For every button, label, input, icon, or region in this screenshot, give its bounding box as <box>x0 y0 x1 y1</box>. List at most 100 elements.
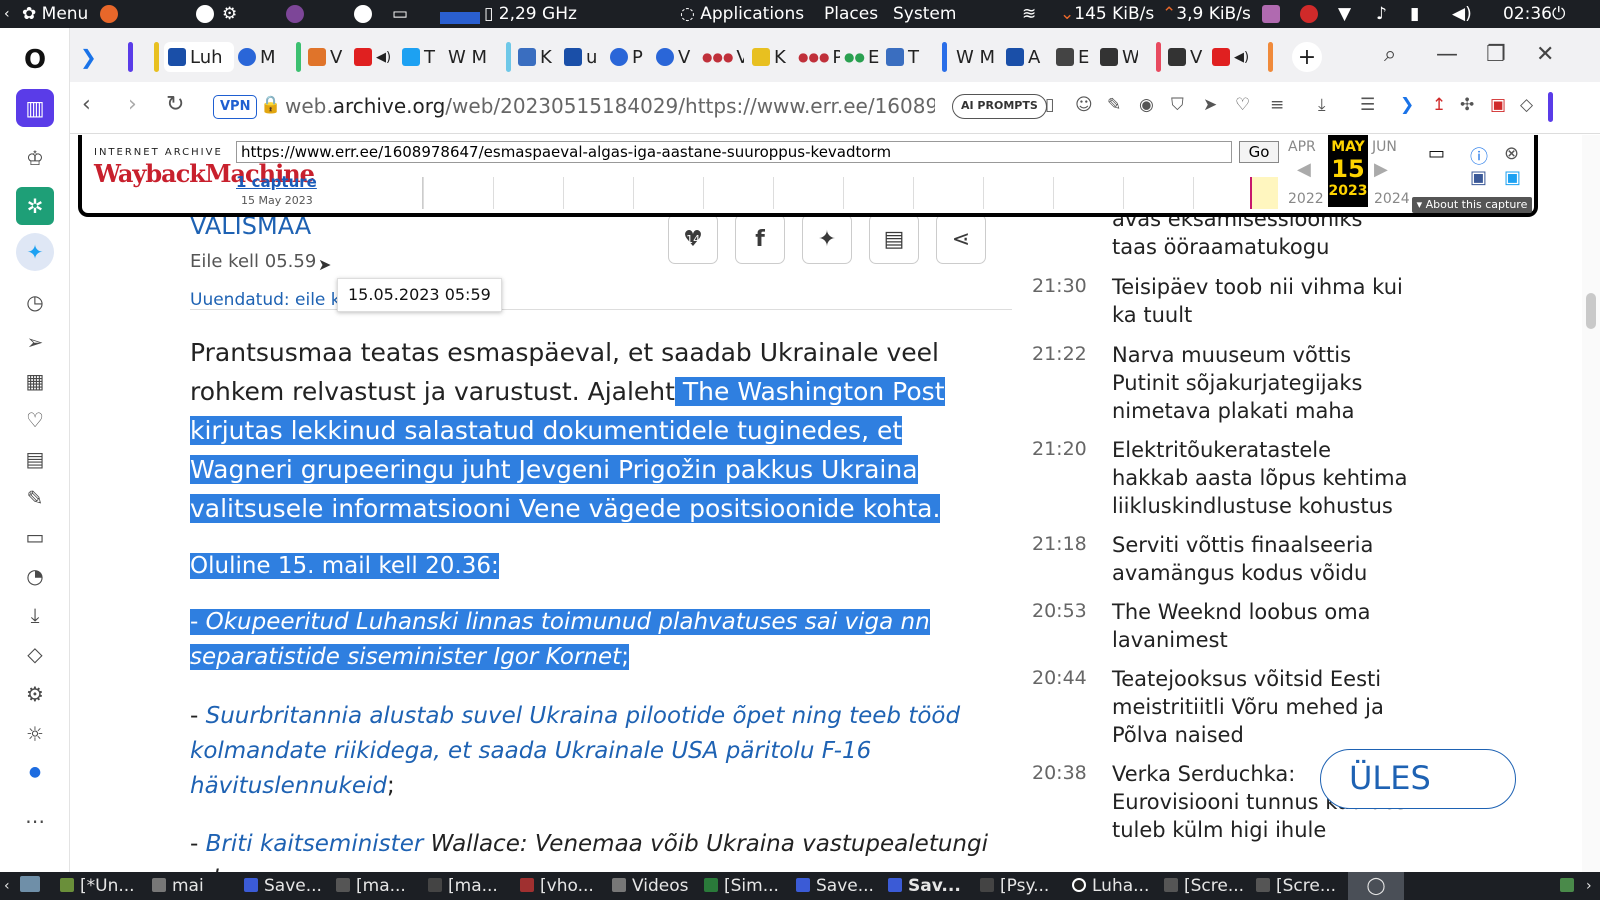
places-menu[interactable]: Places <box>824 0 878 28</box>
tab-13[interactable]: T <box>886 42 924 72</box>
taskbar-item-9[interactable]: Sav... <box>888 872 961 900</box>
tab-2[interactable]: V <box>308 42 346 72</box>
tray-volume-icon[interactable]: ◀) <box>1452 0 1472 28</box>
terminal-launcher-icon[interactable]: ▭ <box>392 0 408 28</box>
sidebar-crown-icon[interactable]: ♔ <box>15 140 55 176</box>
easy-setup-icon[interactable]: ☰ <box>1360 95 1375 115</box>
bullet-1-link[interactable]: Okupeeritud Luhanski linnas toimunud pla… <box>190 609 930 670</box>
vivaldi-tab-icon[interactable]: ❯ <box>80 42 110 72</box>
sidebar-more-icon[interactable]: ⋯ <box>15 803 55 839</box>
twitter-share-button[interactable]: ✦ <box>802 214 852 264</box>
send-icon[interactable]: ➤ <box>1203 95 1217 115</box>
sidebar-player-icon[interactable]: ◷ <box>15 284 55 320</box>
taskbar-item-13[interactable]: [Scre... <box>1256 872 1336 900</box>
like-button[interactable]: ♥ 14 <box>668 214 718 264</box>
reload-button[interactable]: ↻ <box>166 92 184 117</box>
wayback-next-year[interactable]: 2024 <box>1374 191 1410 207</box>
clock[interactable]: 02:36 <box>1503 0 1552 28</box>
extension-adblock-icon[interactable]: ▣ <box>1490 95 1506 115</box>
menu-button[interactable]: ✿ Menu <box>22 0 88 28</box>
tor-launcher-icon[interactable] <box>286 0 304 28</box>
tab-15[interactable]: A <box>1006 42 1044 72</box>
tab-6[interactable]: u <box>564 42 602 72</box>
sidebar-reader-button[interactable]: ▥ <box>15 89 55 127</box>
taskbar-item-5[interactable]: [vho... <box>520 872 594 900</box>
opera-launcher-icon[interactable] <box>354 0 372 28</box>
facebook-share-button[interactable]: f <box>735 214 785 264</box>
url-field[interactable]: web.archive.org/web/20230515184029/https… <box>285 94 935 118</box>
print-button[interactable]: ▤ <box>869 214 919 264</box>
tab-5[interactable]: K <box>518 42 556 72</box>
tray-network-icon[interactable]: ▼ <box>1338 0 1351 28</box>
opera-logo-icon[interactable]: O <box>15 42 55 78</box>
wayback-twitter-icon[interactable]: ▣ <box>1504 167 1521 188</box>
tab-9[interactable]: ●●● V <box>702 42 744 72</box>
edit-icon[interactable]: ✎ <box>1107 95 1121 115</box>
back-to-top-button[interactable]: ÜLES <box>1320 749 1516 809</box>
wifi-icon[interactable]: ≋ <box>1022 0 1036 28</box>
extension-cube-icon[interactable]: ◇ <box>1520 95 1533 115</box>
sidebar-news-icon[interactable]: ▤ <box>15 441 55 477</box>
news-item[interactable]: Elektritõukeratastele hakkab aasta lõpus… <box>1112 436 1412 520</box>
wayback-about-capture[interactable]: ▾ About this capture <box>1412 197 1532 213</box>
system-menu[interactable]: System <box>893 0 956 28</box>
sidebar-cube-icon[interactable]: ◇ <box>15 636 55 672</box>
panel-left-arrow-icon[interactable]: ‹ <box>4 0 10 28</box>
prev-capture-arrow-icon[interactable]: ◀ <box>1297 159 1311 180</box>
next-capture-arrow-icon[interactable]: ▶ <box>1374 159 1388 180</box>
tray-record-icon[interactable] <box>1300 0 1318 28</box>
sidebar-chat-icon[interactable]: ● <box>15 754 55 790</box>
taskbar-active-item[interactable]: ◯ <box>1348 872 1404 900</box>
tab-3[interactable]: T <box>402 42 440 72</box>
minimize-button[interactable]: — <box>1436 42 1458 67</box>
tab-youtube[interactable]: ◀) <box>354 42 392 72</box>
tab-1[interactable]: M <box>238 42 276 72</box>
tab-16[interactable]: E <box>1056 42 1094 72</box>
taskbar-item-1[interactable]: mai <box>152 872 204 900</box>
wayback-sparkline[interactable] <box>422 177 1278 209</box>
tab-12[interactable]: ●● E <box>844 42 882 72</box>
back-button[interactable]: ‹ <box>82 92 91 117</box>
taskbar-item-11[interactable]: Luha... <box>1072 872 1149 900</box>
ai-prompts-button[interactable]: AI PROMPTS <box>952 94 1047 119</box>
wayback-url-input[interactable]: https://www.err.ee/1608978647/esmaspaeva… <box>236 141 1232 163</box>
tab-17[interactable]: W <box>1100 42 1138 72</box>
sidebar-history-icon[interactable]: ◔ <box>15 558 55 594</box>
tray-app-icon[interactable] <box>1560 872 1580 900</box>
wayback-prev-year[interactable]: 2022 <box>1288 191 1324 207</box>
vpn-badge[interactable]: VPN <box>213 95 258 119</box>
sidebar-tabs-icon[interactable]: ▭ <box>15 519 55 555</box>
show-desktop-icon[interactable] <box>20 872 46 900</box>
emoji-icon[interactable]: ☺ <box>1075 95 1093 115</box>
taskbar-item-6[interactable]: Videos <box>612 872 689 900</box>
applications-menu[interactable]: ◌ Applications <box>680 0 804 28</box>
wayback-go-button[interactable]: Go <box>1239 141 1279 163</box>
sidebar-heart-icon[interactable]: ♡ <box>15 402 55 438</box>
tray-battery-icon[interactable]: ▮ <box>1410 0 1419 28</box>
extension-vivaldi-icon[interactable]: ❯ <box>1400 95 1414 115</box>
shield-icon[interactable]: ⛉ <box>1171 95 1184 115</box>
new-tab-button[interactable]: + <box>1292 42 1322 72</box>
sidebar-lightbulb-icon[interactable]: ☼ <box>15 716 55 752</box>
sidebar-toggle-indicator[interactable] <box>1548 92 1553 122</box>
close-window-button[interactable]: ✕ <box>1536 42 1554 67</box>
taskbar-item-0[interactable]: [*Un... <box>60 872 135 900</box>
news-item[interactable]: The Weeknd loobus oma lavanimest <box>1112 598 1412 654</box>
download-icon[interactable]: ⤓ <box>1318 95 1326 115</box>
tab-10[interactable]: K <box>752 42 790 72</box>
lock-icon[interactable]: 🔒 <box>260 95 281 115</box>
power-icon[interactable]: ⏻ <box>1552 0 1565 28</box>
tab-14[interactable]: W M <box>956 42 1002 72</box>
tab-youtube-2[interactable]: ◀) <box>1212 42 1252 72</box>
tab-7[interactable]: P <box>610 42 648 72</box>
tab-4[interactable]: W M <box>448 42 494 72</box>
news-item[interactable]: Teatejooksus võitsid Eesti meistritiitli… <box>1112 665 1412 749</box>
maximize-button[interactable]: ❐ <box>1486 42 1506 67</box>
taskbar-item-7[interactable]: [Sim... <box>704 872 779 900</box>
wayback-facebook-icon[interactable]: ▣ <box>1470 167 1487 188</box>
forward-button[interactable]: › <box>128 92 137 117</box>
taskbar-right-arrow-icon[interactable]: › <box>1586 872 1592 900</box>
news-item[interactable]: Narva muuseum võttis Putinit sõjakurjate… <box>1112 341 1412 425</box>
taskbar-item-3[interactable]: [ma... <box>336 872 406 900</box>
taskbar-item-12[interactable]: [Scre... <box>1164 872 1244 900</box>
